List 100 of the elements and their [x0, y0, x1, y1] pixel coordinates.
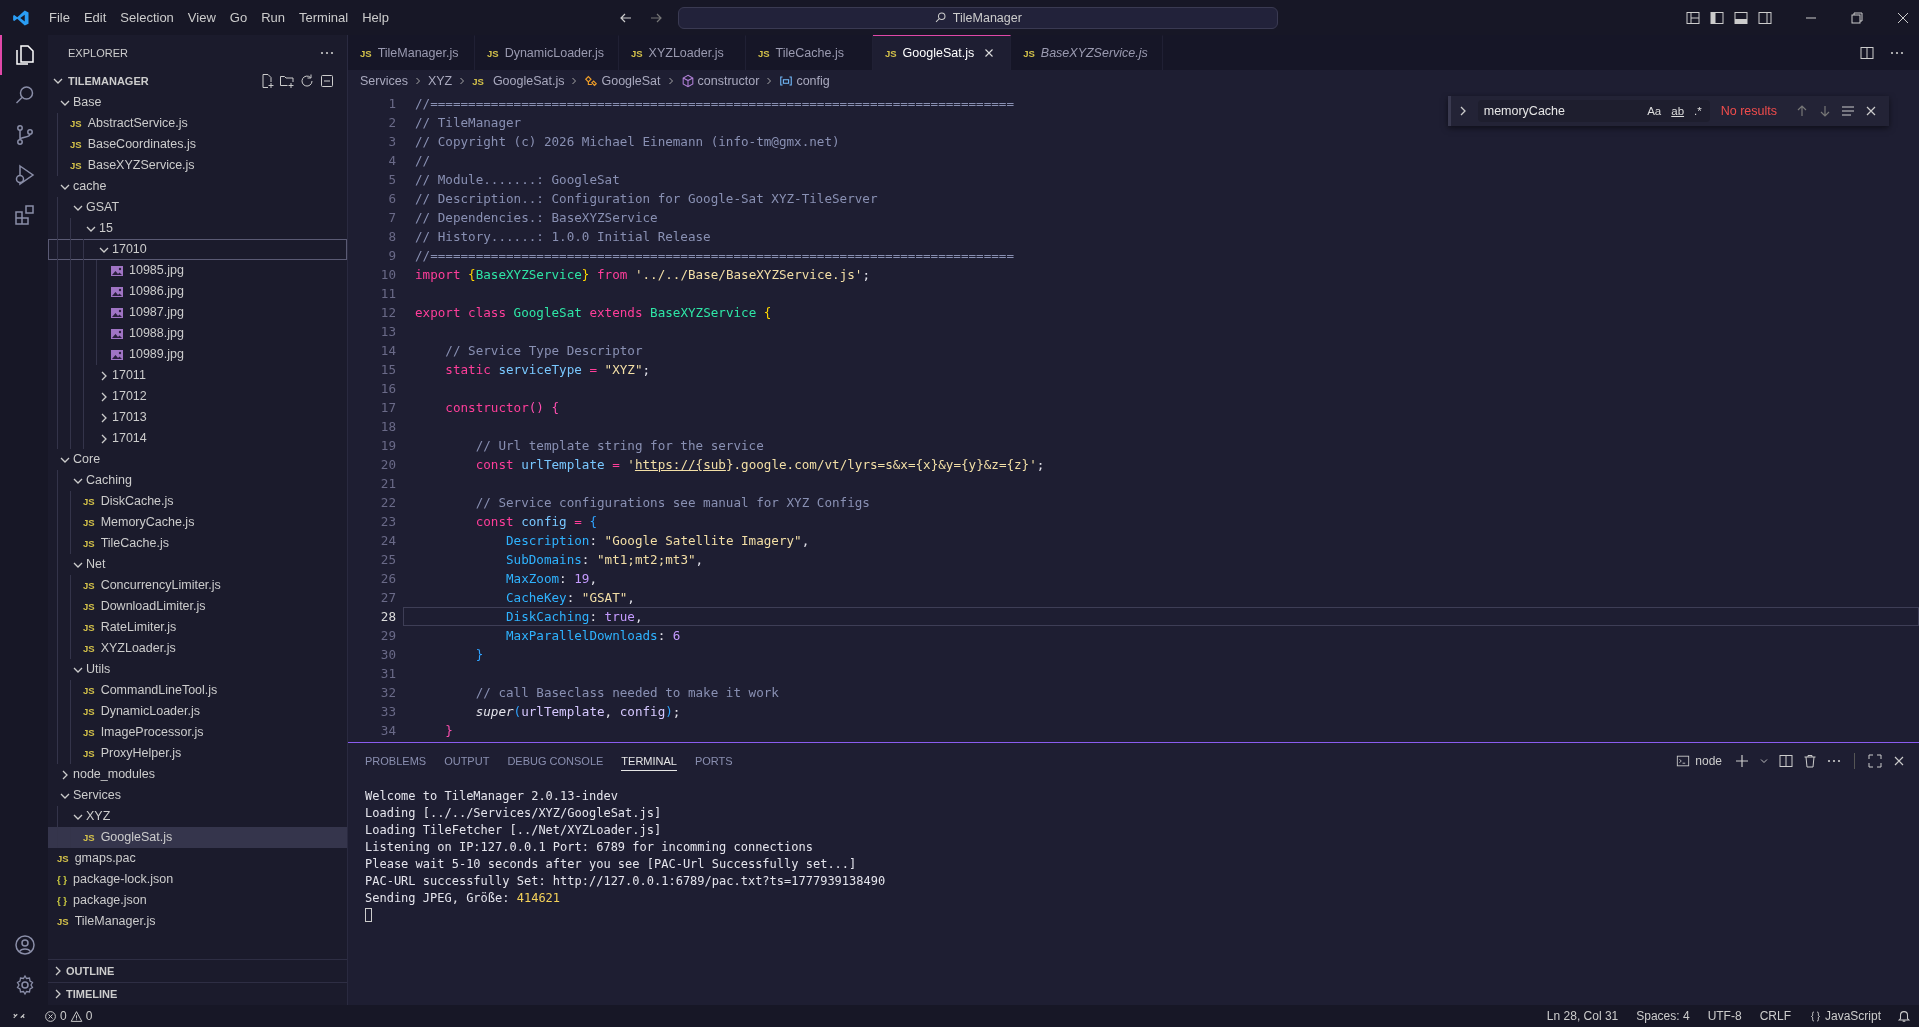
- status-item[interactable]: Spaces: 4: [1636, 1009, 1690, 1023]
- tree-item[interactable]: 10986.jpg: [48, 281, 347, 302]
- panel-tab[interactable]: DEBUG CONSOLE: [507, 750, 604, 771]
- panel-toggle-icon[interactable]: [1733, 9, 1749, 26]
- status-item[interactable]: CRLF: [1759, 1009, 1791, 1023]
- tree-item[interactable]: JS DynamicLoader.js: [48, 701, 347, 722]
- line-number: 1: [387, 95, 396, 113]
- tree-item[interactable]: { } package-lock.json: [48, 869, 347, 890]
- editor-tab[interactable]: JS XYZLoader.js: [619, 35, 746, 70]
- find-option-toggle[interactable]: .*: [1692, 105, 1704, 117]
- panel-tab[interactable]: PORTS: [694, 750, 733, 771]
- tree-item[interactable]: 15: [48, 218, 347, 239]
- find-in-selection-icon[interactable]: [1840, 103, 1856, 119]
- breadcrumb-item[interactable]: Services: [360, 74, 408, 88]
- panel-tab[interactable]: OUTPUT: [444, 750, 490, 771]
- tree-item[interactable]: JS XYZLoader.js: [48, 638, 347, 659]
- tree-item[interactable]: JS ImageProcessor.js: [48, 722, 347, 743]
- sidebar-toggle-icon[interactable]: [1709, 9, 1725, 26]
- breadcrumb-item[interactable]: constructor: [680, 74, 760, 88]
- menu-item[interactable]: Selection: [113, 6, 181, 29]
- tree-item[interactable]: JS ConcurrencyLimiter.js: [48, 575, 347, 596]
- breadcrumb-item[interactable]: config: [779, 74, 830, 88]
- new-file-icon[interactable]: [259, 73, 275, 89]
- tree-item[interactable]: cache: [48, 176, 347, 197]
- tree-item[interactable]: JS RateLimiter.js: [48, 617, 347, 638]
- find-option-toggle[interactable]: Aa: [1645, 105, 1664, 117]
- tree-item[interactable]: JS DiskCache.js: [48, 491, 347, 512]
- code-line: }: [444, 723, 453, 738]
- menu-item[interactable]: Terminal: [292, 6, 356, 29]
- tree-item[interactable]: node_modules: [48, 764, 347, 785]
- bell-icon[interactable]: [1897, 1009, 1911, 1023]
- code-line: // Module.......: GoogleSat: [415, 172, 620, 187]
- editor-tab[interactable]: JS BaseXYZService.js: [1011, 35, 1163, 70]
- tree-item[interactable]: JS TileManager.js: [48, 911, 347, 932]
- split-editor-icon[interactable]: [1859, 44, 1875, 61]
- panel-tab[interactable]: TERMINAL: [621, 750, 677, 771]
- tree-item[interactable]: { } package.json: [48, 890, 347, 911]
- language-mode[interactable]: JavaScript: [1808, 1009, 1881, 1023]
- tree-item[interactable]: Core: [48, 449, 347, 470]
- plus-icon[interactable]: [1734, 752, 1750, 769]
- editor-tab[interactable]: JS TileCache.js: [746, 35, 873, 70]
- tree-item[interactable]: JS CommandLineTool.js: [48, 680, 347, 701]
- command-center-field[interactable]: TileManager: [677, 6, 1278, 29]
- tree-item[interactable]: Net: [48, 554, 347, 575]
- secondary-sidebar-toggle-icon[interactable]: [1757, 9, 1773, 26]
- panel-tab[interactable]: PROBLEMS: [365, 750, 427, 771]
- tree-item[interactable]: 10987.jpg: [48, 302, 347, 323]
- tree-item[interactable]: Caching: [48, 470, 347, 491]
- menu-item[interactable]: Run: [254, 6, 292, 29]
- tree-item[interactable]: 17011: [48, 365, 347, 386]
- line-number: 28: [379, 608, 396, 626]
- tree-item[interactable]: Base: [48, 92, 347, 113]
- terminal-selector[interactable]: node: [1676, 753, 1722, 768]
- maximize-icon[interactable]: [1867, 752, 1883, 769]
- menu-item[interactable]: Go: [222, 6, 255, 29]
- menu-item[interactable]: Help: [355, 6, 396, 29]
- tree-item[interactable]: 10988.jpg: [48, 323, 347, 344]
- tree-item[interactable]: JS DownloadLimiter.js: [48, 596, 347, 617]
- refresh-icon[interactable]: [299, 73, 315, 89]
- breadcrumb-item[interactable]: GoogleSat: [584, 74, 661, 88]
- file-type-icon: JS: [70, 114, 82, 133]
- collapse-all-icon[interactable]: [319, 73, 335, 89]
- tree-item[interactable]: JS ProxyHelper.js: [48, 743, 347, 764]
- tree-item[interactable]: JS GoogleSat.js: [48, 827, 347, 848]
- tree-item[interactable]: GSAT: [48, 197, 347, 218]
- line-number: 12: [379, 304, 396, 322]
- tree-item[interactable]: Utils: [48, 659, 347, 680]
- tree-item[interactable]: JS MemoryCache.js: [48, 512, 347, 533]
- menu-item[interactable]: File: [42, 6, 77, 29]
- menu-item[interactable]: Edit: [76, 6, 114, 29]
- tree-item[interactable]: JS gmaps.pac: [48, 848, 347, 869]
- tree-item[interactable]: 17014: [48, 428, 347, 449]
- editor-tab[interactable]: JS TileManager.js: [348, 35, 475, 70]
- tree-item[interactable]: JS TileCache.js: [48, 533, 347, 554]
- status-item[interactable]: Ln 28, Col 31: [1546, 1009, 1619, 1023]
- tree-item[interactable]: 17012: [48, 386, 347, 407]
- tree-item[interactable]: JS BaseCoordinates.js: [48, 134, 347, 155]
- split-terminal-icon[interactable]: [1778, 752, 1794, 769]
- problems-status[interactable]: 0 0: [44, 1009, 93, 1023]
- breadcrumb-item[interactable]: JS GoogleSat.js: [472, 74, 565, 88]
- find-option-toggle[interactable]: ab: [1669, 105, 1687, 117]
- workspace-title[interactable]: TILEMANAGER: [68, 75, 149, 87]
- tree-item[interactable]: 17010: [48, 239, 347, 260]
- restore-icon[interactable]: [1849, 9, 1865, 26]
- layout-icon[interactable]: [1685, 9, 1701, 26]
- tree-item[interactable]: JS BaseXYZService.js: [48, 155, 347, 176]
- find-input-field[interactable]: memoryCache Aa ab .*: [1477, 100, 1710, 122]
- tree-item[interactable]: Services: [48, 785, 347, 806]
- status-item[interactable]: UTF-8: [1707, 1009, 1742, 1023]
- new-folder-icon[interactable]: [279, 73, 295, 89]
- breadcrumb-item[interactable]: XYZ: [427, 74, 453, 88]
- section-header[interactable]: OUTLINE: [48, 959, 347, 982]
- tree-item[interactable]: 17013: [48, 407, 347, 428]
- trash-icon[interactable]: [1802, 752, 1818, 769]
- editor-tab[interactable]: JS DynamicLoader.js: [475, 35, 619, 70]
- tree-item[interactable]: JS AbstractService.js: [48, 113, 347, 134]
- tree-item[interactable]: 10989.jpg: [48, 344, 347, 365]
- editor-tab[interactable]: JS GoogleSat.js: [873, 35, 1012, 70]
- menu-item[interactable]: View: [180, 6, 223, 29]
- tree-item[interactable]: 10985.jpg: [48, 260, 347, 281]
